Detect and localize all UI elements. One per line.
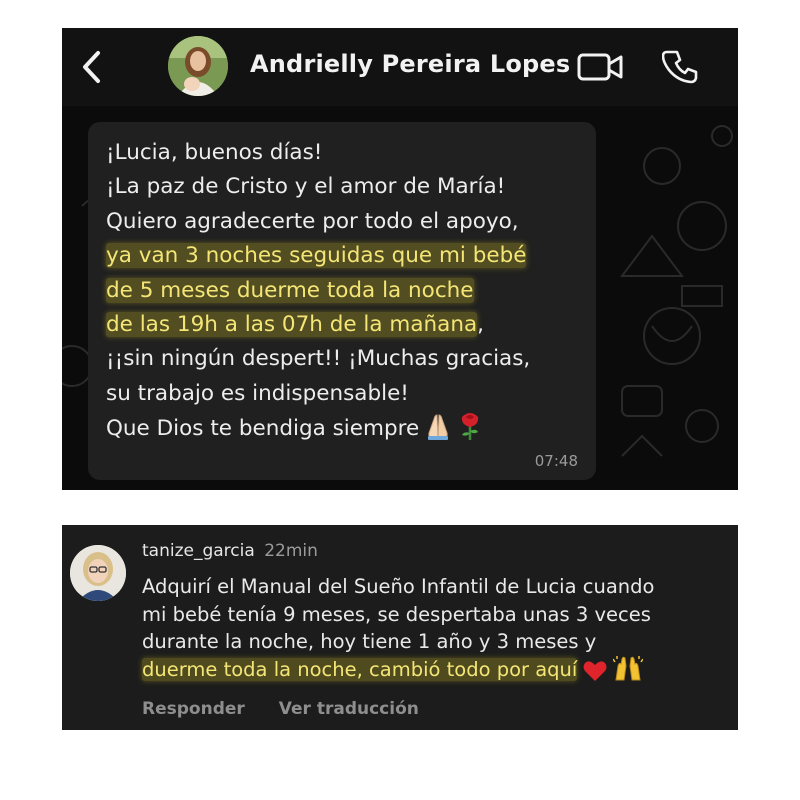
comment-line: mi bebé tenía 9 meses, se despertaba una… (142, 601, 654, 629)
highlighted-text: de 5 meses duerme toda la noche (106, 277, 474, 303)
highlighted-text: ya van 3 noches seguidas que mi bebé (106, 243, 527, 269)
contact-photo (168, 36, 228, 96)
red-heart-emoji (583, 660, 607, 690)
message-line: de 5 meses duerme toda la noche (106, 274, 530, 308)
comment-header: tanize_garcia 22min (142, 541, 318, 561)
message-line-text: ¡La paz de Cristo y el amor de María! (106, 174, 506, 200)
message-timestamp: 07:48 (534, 452, 578, 470)
video-call-icon (577, 53, 623, 81)
raised-hands-emoji (612, 655, 644, 690)
video-call-button[interactable] (576, 50, 626, 84)
message-line: Que Dios te bendiga siempre (106, 411, 530, 452)
message-line: su trabajo es indispensable! (106, 377, 530, 411)
comment-line: Adquirí el Manual del Sueño Infantil de … (142, 573, 654, 601)
message-line-text: Que Dios te bendiga siempre (106, 416, 420, 442)
message-line: ya van 3 noches seguidas que mi bebé (106, 239, 530, 273)
message-line-text: Quiero agradecerte por todo el apoyo, (106, 208, 519, 234)
message-text: ¡Lucia, buenos días! ¡La paz de Cristo y… (106, 136, 530, 453)
message-line: ¡Lucia, buenos días! (106, 136, 530, 170)
whatsapp-chat-screenshot: Andrielly Pereira Lopes ¡Lucia, buenos d… (62, 28, 738, 490)
folded-hands-emoji (425, 413, 451, 452)
instagram-comment: tanize_garcia 22min Adquirí el Manual de… (62, 525, 738, 730)
commenter-avatar[interactable] (70, 545, 126, 601)
see-translation-button[interactable]: Ver traducción (279, 699, 419, 719)
message-line-text: su trabajo es indispensable! (106, 380, 409, 406)
message-line-text: , (477, 312, 484, 338)
comment-line: durante la noche, hoy tiene 1 año y 3 me… (142, 628, 654, 656)
comment-time: 22min (264, 541, 318, 561)
voice-call-button[interactable] (661, 48, 700, 86)
commenter-photo (70, 545, 126, 601)
commenter-username[interactable]: tanize_garcia (142, 541, 255, 561)
reply-button[interactable]: Responder (142, 699, 245, 719)
message-bubble: ¡Lucia, buenos días! ¡La paz de Cristo y… (88, 122, 596, 480)
highlighted-text: de las 19h a las 07h de la mañana (106, 312, 478, 338)
rose-emoji (457, 411, 483, 452)
contact-name[interactable]: Andrielly Pereira Lopes (250, 50, 570, 78)
message-line: de las 19h a las 07h de la mañana, (106, 308, 530, 342)
message-line-text: ¡Lucia, buenos días! (106, 140, 323, 165)
comment-actions: Responder Ver traducción (142, 699, 419, 719)
chevron-left-icon (83, 51, 100, 83)
message-line: ¡La paz de Cristo y el amor de María! (106, 170, 530, 204)
message-line: ¡¡sin ningún despert!! ¡Muchas gracias, (106, 342, 530, 376)
phone-call-icon (661, 50, 698, 84)
message-line: Quiero agradecerte por todo el apoyo, (106, 205, 530, 239)
back-button[interactable] (78, 50, 104, 84)
message-line-text: ¡¡sin ningún despert!! ¡Muchas gracias, (106, 346, 531, 372)
comment-line: duerme toda la noche, cambió todo por aq… (142, 655, 654, 690)
contact-avatar[interactable] (168, 36, 228, 96)
highlighted-text: duerme toda la noche, cambió todo por aq… (142, 657, 578, 681)
comment-line-text: mi bebé tenía 9 meses, se despertaba una… (142, 602, 651, 626)
comment-line-text: Adquirí el Manual del Sueño Infantil de … (142, 575, 655, 598)
comment-line-text: durante la noche, hoy tiene 1 año y 3 me… (142, 630, 597, 653)
chat-header: Andrielly Pereira Lopes (62, 28, 738, 106)
comment-text: Adquirí el Manual del Sueño Infantil de … (142, 573, 654, 689)
